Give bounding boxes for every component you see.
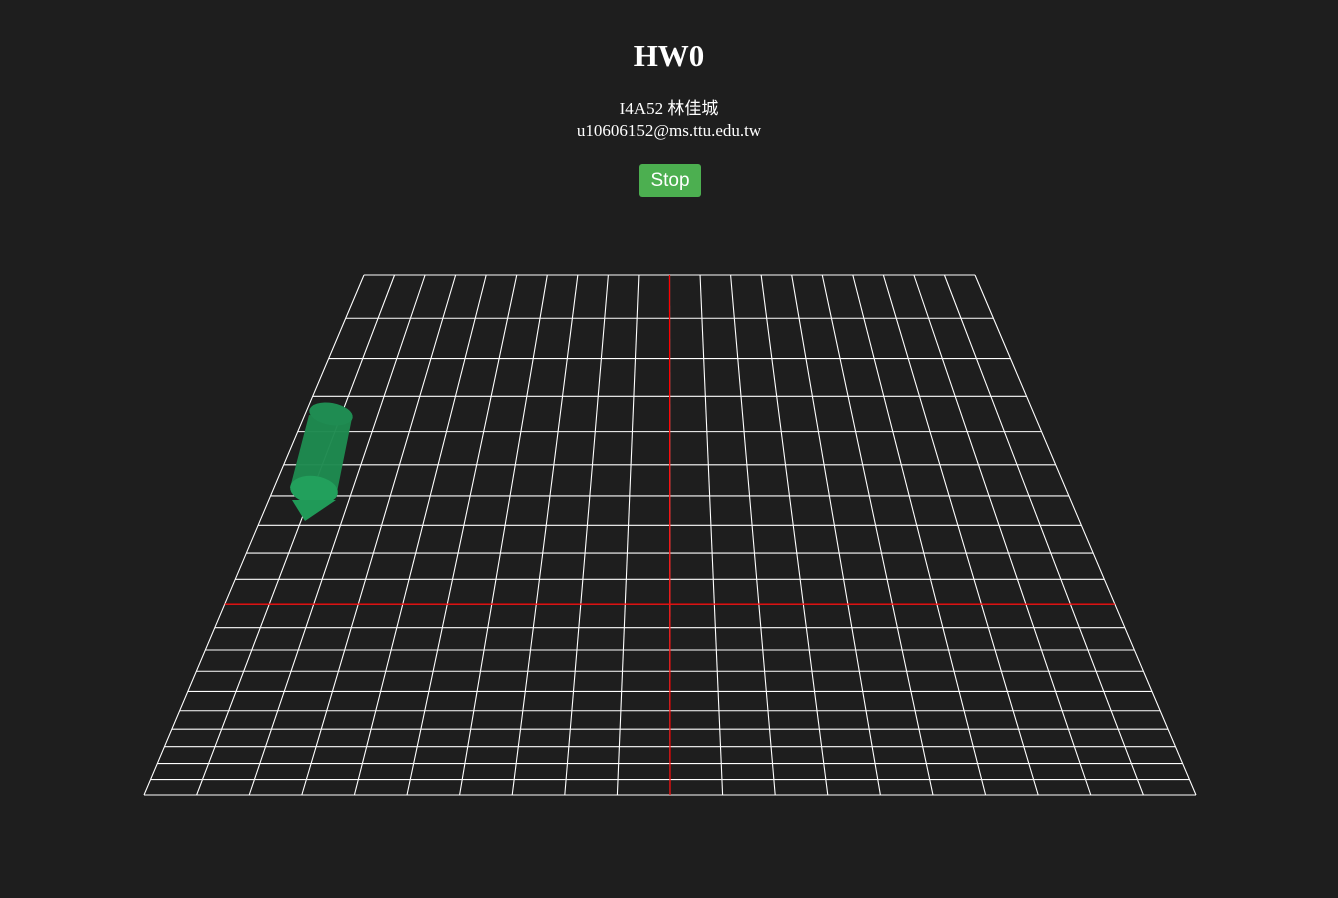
grid-line-vertical: [943, 274, 1144, 796]
grid-line-vertical: [459, 274, 548, 796]
grid-line-vertical: [974, 274, 1197, 796]
grid-line-vertical: [406, 274, 518, 796]
grid-line-vertical: [760, 274, 829, 796]
grid-line-vertical: [511, 274, 579, 796]
cylinder-tip: [292, 500, 336, 521]
page-title: HW0: [633, 38, 705, 73]
grid-line-vertical: [143, 274, 365, 796]
z-axis-line: [668, 274, 671, 796]
grid-line-vertical: [616, 274, 640, 796]
stop-button[interactable]: Stop: [639, 164, 701, 197]
grid-line-vertical: [730, 274, 776, 796]
grid-line-vertical: [353, 274, 487, 796]
grid-line-vertical: [852, 274, 987, 796]
cylinder-object: [290, 402, 353, 521]
cylinder-bottom-cap: [290, 475, 338, 505]
grid-line-vertical: [699, 274, 724, 796]
author-line: I4A52 林佳城: [619, 99, 719, 118]
grid-line-vertical: [913, 274, 1092, 796]
grid-line-vertical: [821, 274, 934, 796]
grid-line-vertical: [668, 274, 671, 796]
grid-line-vertical: [196, 274, 396, 796]
cylinder-top-cap: [309, 402, 353, 426]
grid-line-vertical: [882, 274, 1039, 796]
grid-line-vertical: [791, 274, 881, 796]
email-line: u10606152@ms.ttu.edu.tw: [576, 121, 762, 140]
grid-line-vertical: [248, 274, 426, 796]
grid-line-vertical: [301, 274, 457, 796]
grid-line-vertical: [564, 274, 609, 796]
cylinder-body: [290, 415, 352, 492]
axis-lines: [224, 274, 1115, 796]
grid-plane: [143, 274, 1197, 796]
